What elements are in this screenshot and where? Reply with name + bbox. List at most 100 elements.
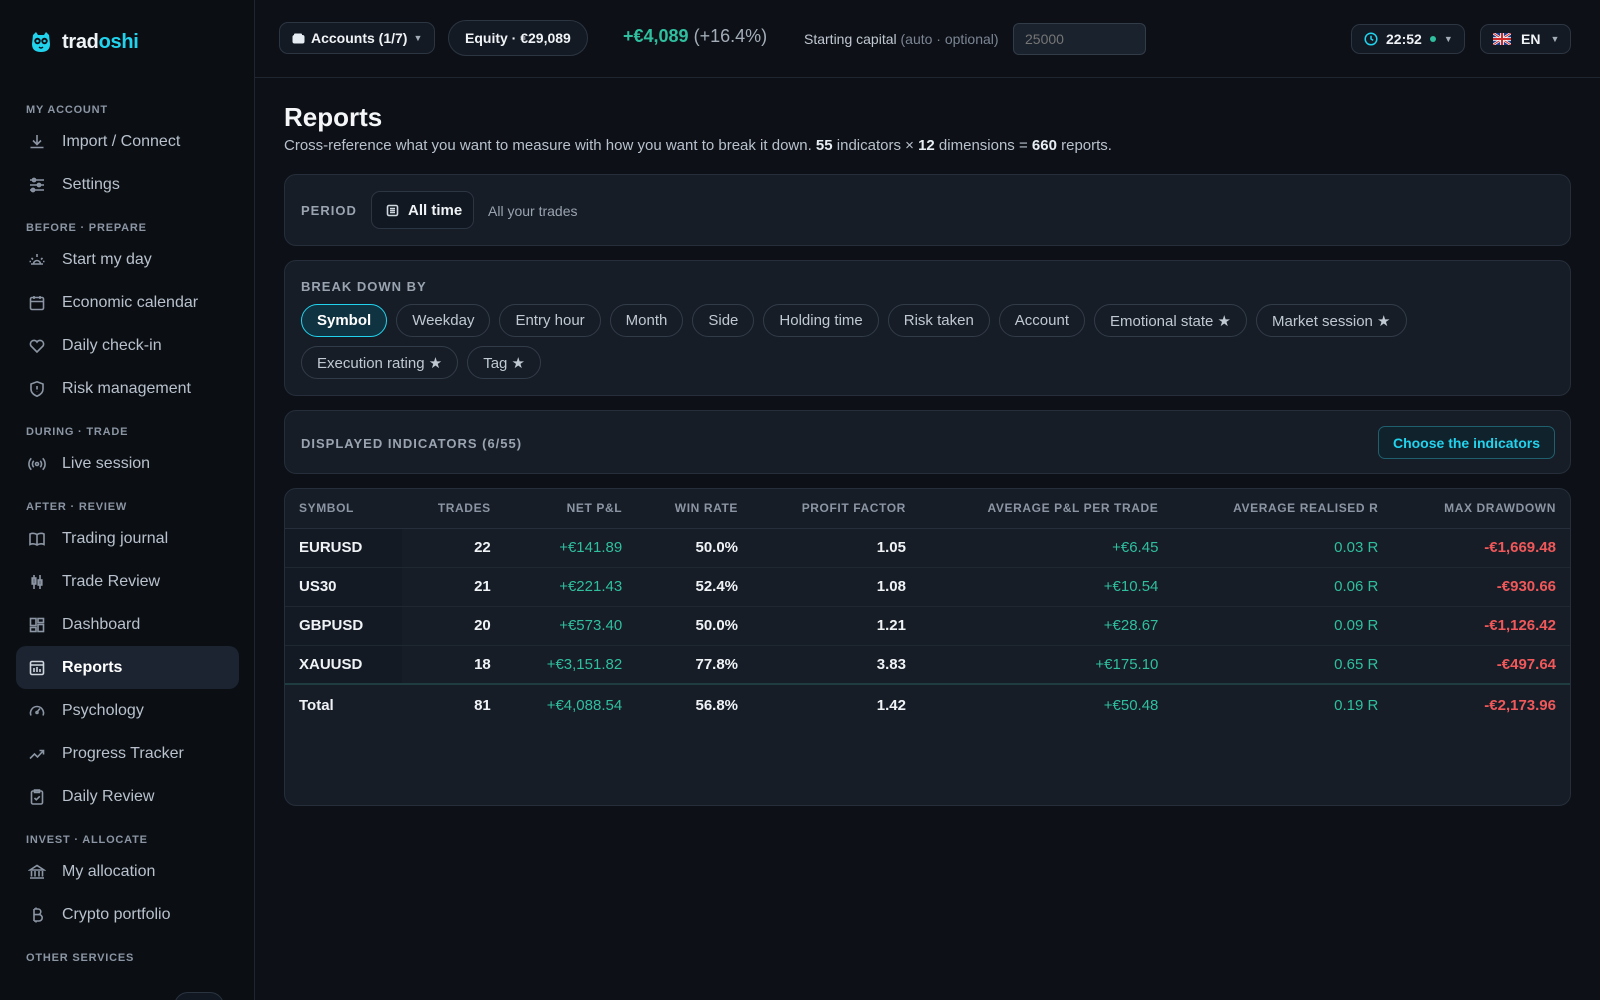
sidebar-item-label: My allocation bbox=[62, 862, 156, 880]
brand-logo[interactable]: tradoshi bbox=[30, 30, 139, 54]
accounts-dropdown[interactable]: Accounts (1/7) ▼ bbox=[279, 22, 436, 54]
table-cell: -€497.64 bbox=[1392, 645, 1570, 685]
sidebar-item-start-my-day[interactable]: Start my day bbox=[16, 238, 239, 281]
sidebar-item-daily-review[interactable]: Daily Review bbox=[16, 775, 239, 818]
sidebar-item-label: Trading journal bbox=[62, 529, 169, 547]
period-selector-button[interactable]: All time bbox=[371, 191, 474, 229]
column-header[interactable]: WIN RATE bbox=[636, 489, 753, 529]
breakdown-chip-execution-rating[interactable]: Execution rating ★ bbox=[301, 346, 459, 379]
sidebar-item-label: Psychology bbox=[62, 701, 144, 719]
breakdown-chip-risk-taken[interactable]: Risk taken bbox=[887, 304, 990, 337]
table-cell: 20 bbox=[402, 606, 505, 646]
sidebar-item-risk-management[interactable]: Risk management bbox=[16, 367, 239, 410]
sidebar-item-trading-journal[interactable]: Trading journal bbox=[16, 517, 239, 560]
column-header[interactable]: NET P&L bbox=[504, 489, 637, 529]
table-cell: 0.06 R bbox=[1172, 567, 1393, 607]
clock-time: 22:52 bbox=[1386, 31, 1422, 47]
sidebar-item-reports[interactable]: Reports bbox=[16, 646, 239, 689]
table-total-cell: +€50.48 bbox=[919, 683, 1173, 725]
column-header[interactable]: TRADES bbox=[402, 489, 505, 529]
topbar: Accounts (1/7) ▼ Equity · €29,089 +€4,08… bbox=[255, 0, 1600, 78]
period-label: PERIOD bbox=[301, 203, 357, 218]
table-cell: -€1,669.48 bbox=[1392, 528, 1570, 568]
table-row[interactable]: EURUSD 22 +€141.89 50.0% 1.05 +€6.45 0.03 R -€1… bbox=[285, 528, 1570, 568]
page-title: Reports bbox=[284, 102, 383, 132]
table-cell: XAUUSD bbox=[285, 645, 403, 685]
clock-dropdown[interactable]: 22:52 ▼ bbox=[1351, 24, 1465, 54]
period-description: All your trades bbox=[488, 203, 578, 219]
equity-change: +€4,089 (+16.4%) bbox=[623, 26, 767, 47]
heart-icon bbox=[29, 339, 45, 353]
breakdown-chip-tag[interactable]: Tag ★ bbox=[467, 346, 541, 379]
sidebar-item-psychology[interactable]: Psychology bbox=[16, 689, 239, 732]
status-dot bbox=[1429, 36, 1436, 42]
table-cell: +€6.45 bbox=[919, 528, 1173, 568]
list-icon bbox=[386, 204, 399, 216]
breakdown-chip-side[interactable]: Side bbox=[692, 304, 755, 337]
bitcoin-icon bbox=[33, 907, 43, 922]
sidebar-item-label: Risk management bbox=[62, 379, 191, 397]
table-row[interactable]: GBPUSD 20 +€573.40 50.0% 1.21 +€28.67 0.09 R -€… bbox=[285, 606, 1570, 646]
table-cell: +€28.67 bbox=[919, 606, 1173, 646]
table-cell: 0.09 R bbox=[1172, 606, 1393, 646]
sidebar-item-dashboard[interactable]: Dashboard bbox=[16, 603, 239, 646]
report-icon bbox=[29, 660, 45, 675]
sidebar-item-live-session[interactable]: Live session bbox=[16, 442, 239, 485]
column-header[interactable]: AVERAGE P&L PER TRADE bbox=[919, 489, 1173, 529]
equity-change-value: +€4,089 bbox=[623, 26, 689, 46]
breakdown-chip-market-session[interactable]: Market session ★ bbox=[1256, 304, 1407, 337]
report-table: SYMBOL TRADES NET P&L WIN RATE PROFIT FACTOR… bbox=[285, 489, 1570, 725]
table-total-cell: +€4,088.54 bbox=[504, 683, 637, 725]
table-row[interactable]: US30 21 +€221.43 52.4% 1.08 +€10.54 0.06 R -€93… bbox=[285, 567, 1570, 607]
breakdown-chip-holding-time[interactable]: Holding time bbox=[763, 304, 879, 337]
column-header[interactable]: PROFIT FACTOR bbox=[752, 489, 920, 529]
breakdown-card: BREAK DOWN BY Symbol Weekday Entry hour Mon… bbox=[284, 260, 1571, 396]
sidebar-toggle[interactable] bbox=[174, 992, 224, 1000]
sidebar-nav: MY ACCOUNT Import / Connect Settings BEFORE… bbox=[16, 92, 239, 972]
bank-icon bbox=[28, 864, 46, 879]
sidebar-item-progress-tracker[interactable]: Progress Tracker bbox=[16, 732, 239, 775]
choose-indicators-button[interactable]: Choose the indicators bbox=[1377, 426, 1555, 459]
table-total-row: Total 81 +€4,088.54 56.8% 1.42 +€50.48 0.19 R-… bbox=[285, 683, 1570, 725]
sidebar-item-label: Import / Connect bbox=[62, 132, 181, 150]
table-cell: US30 bbox=[285, 567, 403, 607]
equity-change-pct: (+16.4%) bbox=[693, 26, 768, 46]
table-row[interactable]: XAUUSD 18 +€3,151.82 77.8% 3.83 +€175.10 0.65 … bbox=[285, 645, 1570, 685]
sidebar-item-import-connect[interactable]: Import / Connect bbox=[16, 120, 239, 163]
gauge-icon bbox=[29, 705, 45, 716]
starting-capital-input[interactable] bbox=[1013, 23, 1146, 55]
brand-name: tradoshi bbox=[62, 30, 139, 53]
sidebar-item-label: Live session bbox=[62, 454, 151, 472]
sidebar: tradoshi MY ACCOUNT Import / Connect Setti… bbox=[0, 0, 255, 1000]
chevron-down-icon: ▼ bbox=[1443, 34, 1453, 44]
language-dropdown[interactable]: EN ▼ bbox=[1480, 24, 1572, 54]
column-header[interactable]: SYMBOL bbox=[285, 489, 403, 529]
sidebar-item-economic-calendar[interactable]: Economic calendar bbox=[16, 281, 239, 324]
equity-badge: Equity · €29,089 bbox=[448, 20, 588, 56]
column-header[interactable]: MAX DRAWDOWN bbox=[1392, 489, 1570, 529]
column-header[interactable]: AVERAGE REALISED R bbox=[1172, 489, 1393, 529]
breakdown-chip-entry-hour[interactable]: Entry hour bbox=[499, 304, 601, 337]
sidebar-item-settings[interactable]: Settings bbox=[16, 163, 239, 206]
table-body: EURUSD 22 +€141.89 50.0% 1.05 +€6.45 0.03 R -€1… bbox=[285, 528, 1570, 725]
table-cell: 21 bbox=[402, 567, 505, 607]
sidebar-item-daily-check-in[interactable]: Daily check-in bbox=[16, 324, 239, 367]
breakdown-chip-symbol[interactable]: Symbol bbox=[301, 304, 388, 337]
sidebar-item-label: Daily check-in bbox=[62, 336, 162, 354]
table-cell: 1.05 bbox=[752, 528, 920, 568]
sidebar-item-trade-review[interactable]: Trade Review bbox=[16, 560, 239, 603]
sidebar-item-crypto-portfolio[interactable]: Crypto portfolio bbox=[16, 893, 239, 936]
language-label: EN bbox=[1521, 31, 1541, 47]
breakdown-chip-account[interactable]: Account bbox=[998, 304, 1085, 337]
sidebar-item-label: Settings bbox=[62, 175, 120, 193]
calendar-icon bbox=[29, 295, 45, 310]
shield-icon bbox=[30, 380, 44, 397]
table-header-row: SYMBOL TRADES NET P&L WIN RATE PROFIT FACTOR… bbox=[285, 489, 1570, 529]
table-total-cell: -€2,173.96 bbox=[1392, 683, 1570, 725]
sidebar-item-my-allocation[interactable]: My allocation bbox=[16, 850, 239, 893]
breakdown-chip-weekday[interactable]: Weekday bbox=[396, 304, 491, 337]
sidebar-section-title: BEFORE · PREPARE bbox=[26, 222, 147, 234]
breakdown-chip-month[interactable]: Month bbox=[609, 304, 684, 337]
breakdown-chip-emotional-state[interactable]: Emotional state ★ bbox=[1094, 304, 1248, 337]
chevron-down-icon: ▼ bbox=[413, 33, 423, 43]
